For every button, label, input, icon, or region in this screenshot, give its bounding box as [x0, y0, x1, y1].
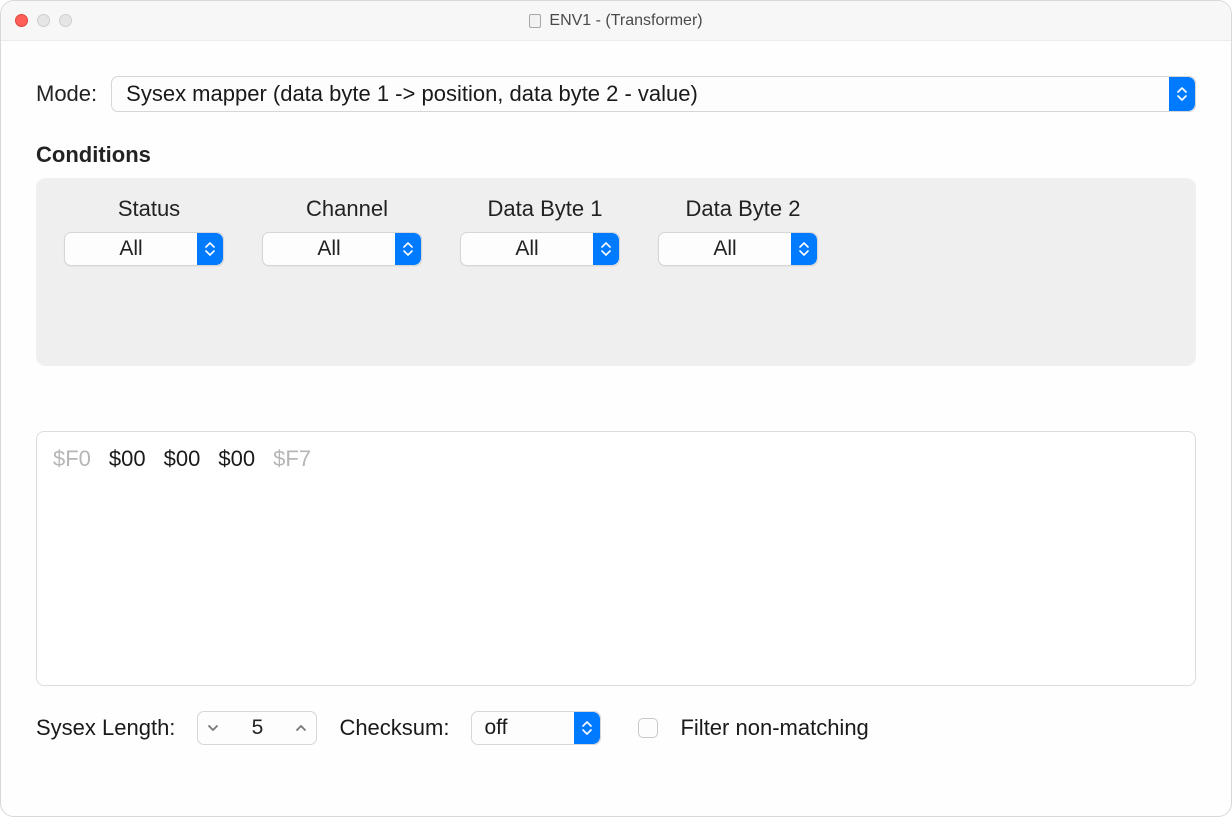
sysex-byte: $F0 — [53, 446, 91, 472]
minimize-button[interactable] — [37, 14, 50, 27]
checksum-label: Checksum: — [339, 715, 449, 741]
condition-databyte2-header: Data Byte 2 — [658, 196, 828, 222]
titlebar: ENV1 - (Transformer) — [1, 1, 1231, 41]
traffic-lights — [15, 14, 72, 27]
close-button[interactable] — [15, 14, 28, 27]
sysex-byte: $F7 — [273, 446, 311, 472]
window: ENV1 - (Transformer) Mode: Sysex mapper … — [0, 0, 1232, 817]
conditions-row: Status All Channel All — [64, 196, 1168, 266]
condition-databyte2-select[interactable]: All — [658, 232, 818, 266]
condition-status-select[interactable]: All — [64, 232, 224, 266]
mode-select-value: Sysex mapper (data byte 1 -> position, d… — [112, 81, 1169, 107]
checksum-value: off — [472, 716, 574, 740]
mode-row: Mode: Sysex mapper (data byte 1 -> posit… — [36, 76, 1196, 112]
updown-icon — [791, 233, 817, 265]
chevron-down-icon — [207, 723, 219, 733]
condition-channel-select[interactable]: All — [262, 232, 422, 266]
condition-databyte1-value: All — [461, 237, 593, 261]
stepper-decrement[interactable] — [202, 723, 224, 733]
mode-select[interactable]: Sysex mapper (data byte 1 -> position, d… — [111, 76, 1196, 112]
conditions-box: Status All Channel All — [36, 178, 1196, 366]
chevron-up-icon — [295, 723, 307, 733]
condition-databyte2-value: All — [659, 237, 791, 261]
condition-channel-col: Channel All — [262, 196, 432, 266]
sysex-length-label: Sysex Length: — [36, 715, 175, 741]
condition-channel-value: All — [263, 237, 395, 261]
updown-icon — [1169, 77, 1195, 111]
condition-databyte2-col: Data Byte 2 All — [658, 196, 828, 266]
condition-status-header: Status — [64, 196, 234, 222]
bottom-row: Sysex Length: 5 Checksum: off Filter — [36, 711, 1196, 745]
checksum-select[interactable]: off — [471, 711, 601, 745]
condition-channel-header: Channel — [262, 196, 432, 222]
window-title: ENV1 - (Transformer) — [1, 12, 1231, 30]
window-title-text: ENV1 - (Transformer) — [549, 12, 702, 30]
sysex-length-stepper[interactable]: 5 — [197, 711, 317, 745]
content-area: Mode: Sysex mapper (data byte 1 -> posit… — [1, 41, 1231, 765]
updown-icon — [574, 712, 600, 744]
condition-databyte1-select[interactable]: All — [460, 232, 620, 266]
updown-icon — [395, 233, 421, 265]
condition-databyte1-header: Data Byte 1 — [460, 196, 630, 222]
condition-status-col: Status All — [64, 196, 234, 266]
stepper-increment[interactable] — [290, 723, 312, 733]
sysex-byte: $00 — [164, 446, 201, 472]
filter-non-matching-label: Filter non-matching — [680, 715, 868, 741]
condition-status-value: All — [65, 237, 197, 261]
sysex-length-value: 5 — [224, 716, 290, 740]
updown-icon — [593, 233, 619, 265]
updown-icon — [197, 233, 223, 265]
sysex-byte: $00 — [109, 446, 146, 472]
sysex-byte: $00 — [218, 446, 255, 472]
filter-non-matching-checkbox[interactable] — [638, 718, 658, 738]
document-icon — [529, 14, 541, 28]
mode-label: Mode: — [36, 81, 97, 107]
maximize-button[interactable] — [59, 14, 72, 27]
sysex-editor[interactable]: $F0 $00 $00 $00 $F7 — [36, 431, 1196, 686]
sysex-bytes: $F0 $00 $00 $00 $F7 — [53, 446, 1179, 472]
condition-databyte1-col: Data Byte 1 All — [460, 196, 630, 266]
conditions-title: Conditions — [36, 142, 1196, 168]
